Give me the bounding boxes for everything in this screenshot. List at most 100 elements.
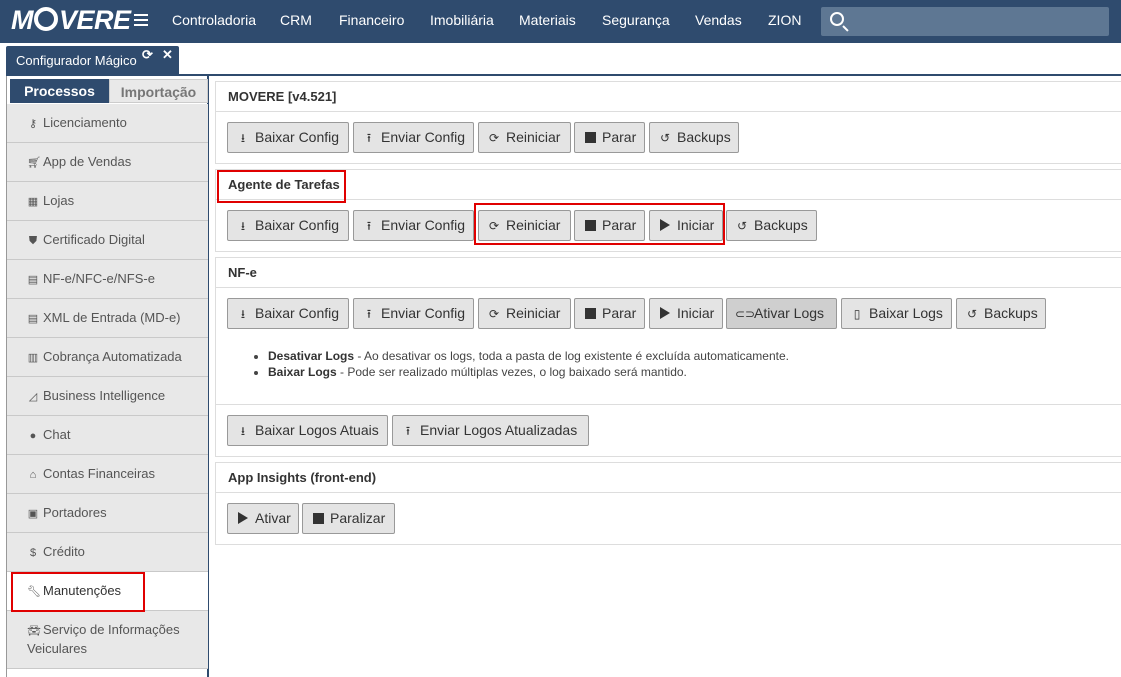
refresh-icon: ⟳	[488, 131, 500, 145]
shield-icon: ⛊	[28, 235, 38, 247]
stop-icon	[311, 505, 325, 534]
menu-icon[interactable]	[134, 14, 148, 27]
backups-button[interactable]: ↺ Backups	[726, 210, 817, 241]
upload-icon: ⭱	[405, 424, 411, 438]
baixar-logs-button[interactable]: ▯ Baixar Logs	[841, 298, 952, 329]
tab-configurador-magico[interactable]: Configurador Mágico ⟳ ✕	[6, 46, 179, 74]
download-icon: ⭳	[240, 219, 246, 233]
baixar-config-button[interactable]: ⭳ Baixar Config	[227, 298, 349, 329]
nav-zion[interactable]: ZION	[768, 12, 801, 28]
upload-icon: ⭱	[366, 219, 372, 233]
undo-icon: ↺	[736, 219, 748, 233]
panel-app-insights: App Insights (front-end) Ativar Paraliza…	[215, 462, 1121, 545]
sidebar-item-business-intelligence[interactable]: ◿ Business Intelligence	[7, 377, 208, 416]
download-icon: ⭳	[240, 307, 246, 321]
tab-title: Configurador Mágico	[16, 53, 137, 68]
nav-imobiliaria[interactable]: Imobiliária	[430, 12, 494, 28]
car-icon: 🚘︎	[27, 625, 41, 637]
nav-financeiro[interactable]: Financeiro	[339, 12, 404, 28]
toggle-icon: ⊂⊃	[735, 307, 756, 321]
play-icon	[236, 505, 250, 534]
nav-seguranca[interactable]: Segurança	[602, 12, 670, 28]
reiniciar-button[interactable]: ⟳ Reiniciar	[478, 122, 571, 153]
refresh-icon: ⟳	[488, 307, 500, 321]
sidebar-item-certificado-digital[interactable]: ⛊ Certificado Digital	[7, 221, 208, 260]
money-icon: ▣	[27, 508, 39, 520]
download-icon: ⭳	[240, 424, 246, 438]
enviar-config-button[interactable]: ⭱ Enviar Config	[353, 298, 474, 329]
sidebar-item-xml-entrada[interactable]: ▤ XML de Entrada (MD-e)	[7, 299, 208, 338]
iniciar-button[interactable]: Iniciar	[649, 298, 723, 329]
reiniciar-button[interactable]: ⟳ Reiniciar	[478, 298, 571, 329]
backups-button[interactable]: ↺ Backups	[649, 122, 739, 153]
nav-vendas[interactable]: Vendas	[695, 12, 742, 28]
file-text-icon: ▤	[27, 313, 39, 325]
file-zip-icon: ▯	[853, 307, 861, 321]
ativar-logs-button[interactable]: ⊂⊃Ativar Logs	[726, 298, 837, 329]
sidebar-item-chat[interactable]: ● Chat	[7, 416, 208, 455]
sidebar-item-app-de-vendas[interactable]: 🛒︎ App de Vendas	[7, 143, 208, 182]
log-notes-list: Desativar Logs - Ao desativar os logs, t…	[268, 349, 789, 381]
parar-button[interactable]: Parar	[574, 122, 645, 153]
panel-title: Agente de Tarefas	[216, 170, 1121, 200]
enviar-config-button[interactable]: ⭱ Enviar Config	[353, 122, 474, 153]
dollar-icon: $	[29, 547, 37, 559]
sidebar-item-credito[interactable]: $ Crédito	[7, 533, 208, 572]
download-icon: ⭳	[240, 131, 246, 145]
file-invoice-icon: ▤	[27, 274, 39, 286]
barcode-icon: ▥	[27, 352, 39, 364]
list-item: Baixar Logs - Pode ser realizado múltipl…	[268, 365, 789, 379]
sidebar-item-nfe[interactable]: ▤ NF-e/NFC-e/NFS-e	[7, 260, 208, 299]
highlight-box-agente-controls	[474, 203, 725, 245]
tab-processos[interactable]: Processos	[10, 79, 109, 103]
paralizar-button[interactable]: Paralizar	[302, 503, 395, 534]
stop-icon	[583, 124, 597, 153]
enviar-logos-atualizadas-button[interactable]: ⭱ Enviar Logos Atualizadas	[392, 415, 589, 446]
panel-title: MOVERE [v4.521]	[216, 82, 1121, 112]
parar-button[interactable]: Parar	[574, 298, 645, 329]
sidebar-item-cobranca[interactable]: ▥ Cobrança Automatizada	[7, 338, 208, 377]
tab-importacao[interactable]: Importação	[109, 79, 208, 103]
ativar-button[interactable]: Ativar	[227, 503, 299, 534]
stop-icon	[583, 300, 597, 329]
building-icon: ▦	[27, 196, 39, 208]
panel-movere: MOVERE [v4.521] ⭳ Baixar Config ⭱ Enviar C…	[215, 81, 1121, 164]
divider	[216, 404, 1121, 405]
baixar-config-button[interactable]: ⭳ Baixar Config	[227, 122, 349, 153]
highlight-box-agente-title	[217, 170, 346, 203]
sidebar-item-lojas[interactable]: ▦ Lojas	[7, 182, 208, 221]
search-input[interactable]	[821, 7, 1109, 36]
undo-icon: ↺	[966, 307, 978, 321]
sidebar-item-contas-financeiras[interactable]: ⌂ Contas Financeiras	[7, 455, 208, 494]
backups-button[interactable]: ↺ Backups	[956, 298, 1046, 329]
list-item: Desativar Logs - Ao desativar os logs, t…	[268, 349, 789, 363]
sidebar-tabs: Processos Importação	[10, 79, 208, 103]
close-icon[interactable]: ✕	[162, 47, 173, 63]
chat-icon: ●	[29, 430, 37, 442]
key-icon: ⚷	[28, 118, 38, 130]
bank-icon: ⌂	[29, 469, 37, 481]
search-icon	[830, 12, 844, 26]
upload-icon: ⭱	[366, 307, 372, 321]
area-chart-icon: ◿	[28, 391, 38, 403]
sidebar-item-licenciamento[interactable]: ⚷ Licenciamento	[7, 104, 208, 143]
highlight-box-manutencoes	[11, 572, 145, 612]
play-icon	[658, 300, 672, 329]
baixar-logos-atuais-button[interactable]: ⭳ Baixar Logos Atuais	[227, 415, 388, 446]
nav-crm[interactable]: CRM	[280, 12, 312, 28]
nav-materiais[interactable]: Materiais	[519, 12, 576, 28]
movere-logo[interactable]: M VERE	[11, 5, 131, 37]
panel-title: App Insights (front-end)	[216, 463, 1121, 493]
sidebar-item-servico-veiculares[interactable]: 🚘︎ Serviço de Informações Veiculares	[7, 611, 208, 669]
sidebar-item-portadores[interactable]: ▣ Portadores	[7, 494, 208, 533]
panel-nfe: NF-e ⭳ Baixar Config ⭱ Enviar Config ⟳ Rein…	[215, 257, 1121, 457]
cart-icon: 🛒︎	[27, 157, 41, 169]
enviar-config-button[interactable]: ⭱ Enviar Config	[353, 210, 474, 241]
top-navbar: M VERE Controladoria CRM Financeiro Imobi…	[0, 0, 1121, 43]
nav-controladoria[interactable]: Controladoria	[172, 12, 256, 28]
refresh-icon[interactable]: ⟳	[142, 47, 153, 63]
upload-icon: ⭱	[366, 131, 372, 145]
baixar-config-button[interactable]: ⭳ Baixar Config	[227, 210, 349, 241]
panel-title: NF-e	[216, 258, 1121, 288]
undo-icon: ↺	[659, 131, 671, 145]
